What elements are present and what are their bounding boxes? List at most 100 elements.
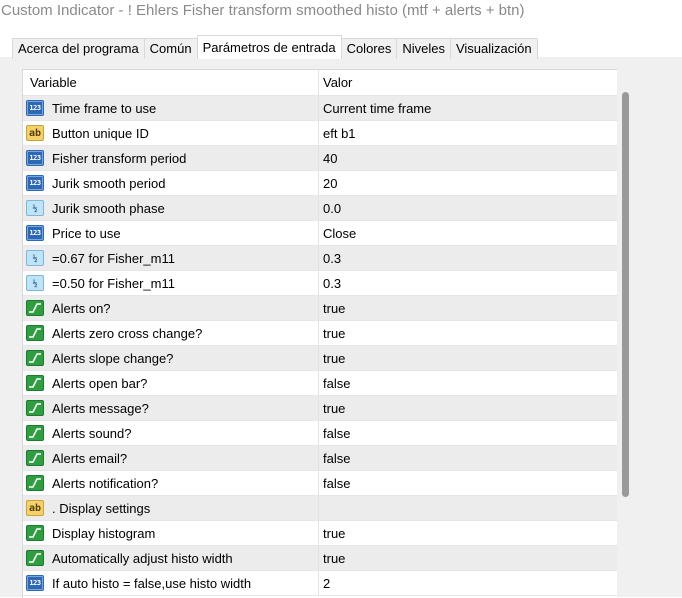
variable-name: Time frame to use (52, 100, 157, 116)
value-cell[interactable]: false (319, 426, 350, 441)
value-cell[interactable]: false (319, 451, 350, 466)
variable-name: Price to use (52, 225, 121, 241)
variable-cell: 123 Jurik smooth period (23, 171, 319, 195)
value-cell[interactable]: 20 (319, 176, 337, 191)
boolean-icon (26, 325, 44, 341)
variable-name: Alerts notification? (52, 475, 159, 491)
value-cell[interactable]: false (319, 376, 350, 391)
table-row[interactable]: 123 Price to use Close (23, 221, 617, 246)
variable-name: Fisher transform period (52, 150, 187, 166)
value-cell[interactable]: Current time frame (319, 101, 431, 116)
value-cell[interactable]: 0.3 (319, 251, 341, 266)
table-row[interactable]: Alerts slope change? true (23, 346, 617, 371)
table-row[interactable]: Alerts open bar? false (23, 371, 617, 396)
table-row[interactable]: Alerts zero cross change? true (23, 321, 617, 346)
column-header-variable[interactable]: Variable (23, 70, 319, 95)
tab-colors[interactable]: Colores (340, 38, 398, 59)
table-row[interactable]: Alerts email? false (23, 446, 617, 471)
variable-cell: 123 Time frame to use (23, 96, 319, 120)
table-row[interactable]: 123 Time frame to use Current time frame (23, 96, 617, 121)
value-cell[interactable]: true (319, 401, 345, 416)
integer-icon: 123 (26, 150, 44, 166)
variable-name: If auto histo = false,use histo width (52, 575, 252, 591)
tab-common[interactable]: Común (143, 38, 198, 59)
table-row[interactable]: Alerts notification? false (23, 471, 617, 496)
tab-visualization[interactable]: Visualización (449, 38, 538, 59)
variable-cell: Alerts zero cross change? (23, 321, 319, 345)
integer-icon: 123 (26, 175, 44, 191)
variable-cell: Automatically adjust histo width (23, 546, 319, 570)
value-cell[interactable]: Close (319, 226, 356, 241)
boolean-icon (26, 475, 44, 491)
table-row[interactable]: 123 If auto histo = false,use histo width… (23, 571, 617, 596)
variable-name: Alerts zero cross change? (52, 325, 203, 341)
value-cell[interactable]: true (319, 301, 345, 316)
value-cell[interactable]: 2 (319, 576, 330, 591)
column-header-value[interactable]: Valor (319, 75, 352, 90)
variable-name: Alerts email? (52, 450, 128, 466)
table-row[interactable]: Alerts message? true (23, 396, 617, 421)
tab-about[interactable]: Acerca del programa (12, 38, 145, 59)
value-cell[interactable]: true (319, 551, 345, 566)
variable-cell: Alerts notification? (23, 471, 319, 495)
variable-cell: Alerts email? (23, 446, 319, 470)
window-title: Custom Indicator - ! Ehlers Fisher trans… (1, 2, 525, 19)
variable-cell: ½ Jurik smooth phase (23, 196, 319, 220)
tab-bar: Acerca del programa Común Parámetros de … (12, 35, 538, 59)
boolean-icon (26, 400, 44, 416)
value-cell[interactable]: true (319, 351, 345, 366)
value-cell[interactable]: 0.3 (319, 276, 341, 291)
table-row[interactable]: ab Button unique ID eft b1 (23, 121, 617, 146)
variable-cell: Alerts on? (23, 296, 319, 320)
table-row[interactable]: ½ =0.50 for Fisher_m11 0.3 (23, 271, 617, 296)
variable-name: Alerts slope change? (52, 350, 174, 366)
integer-icon: 123 (26, 575, 44, 591)
variable-cell: Display histogram (23, 521, 319, 545)
value-cell[interactable]: true (319, 526, 345, 541)
table-row[interactable]: Alerts on? true (23, 296, 617, 321)
boolean-icon (26, 300, 44, 316)
table-header: Variable Valor (23, 70, 617, 96)
variable-cell: 123 If auto histo = false,use histo width (23, 571, 319, 595)
table-row[interactable]: ab . Display settings (23, 496, 617, 521)
table-row[interactable]: Display histogram true (23, 521, 617, 546)
variable-cell: ab Button unique ID (23, 121, 319, 145)
table-row[interactable]: Automatically adjust histo width true (23, 546, 617, 571)
tab-input-parameters[interactable]: Parámetros de entrada (196, 35, 342, 59)
table-row[interactable]: ½ =0.67 for Fisher_m11 0.3 (23, 246, 617, 271)
integer-icon: 123 (26, 100, 44, 116)
boolean-icon (26, 425, 44, 441)
value-cell[interactable]: false (319, 476, 350, 491)
variable-cell: Alerts slope change? (23, 346, 319, 370)
variable-name: Automatically adjust histo width (52, 550, 233, 566)
variable-cell: Alerts sound? (23, 421, 319, 445)
variable-name: Jurik smooth period (52, 175, 166, 191)
boolean-icon (26, 525, 44, 541)
double-icon: ½ (26, 200, 44, 216)
table-row[interactable]: 123 Jurik smooth period 20 (23, 171, 617, 196)
value-cell[interactable]: true (319, 326, 345, 341)
variable-name: =0.67 for Fisher_m11 (52, 250, 175, 266)
boolean-icon (26, 375, 44, 391)
boolean-icon (26, 450, 44, 466)
double-icon: ½ (26, 250, 44, 266)
string-icon: ab (26, 500, 44, 516)
variable-name: Display histogram (52, 525, 156, 541)
table-row[interactable]: Alerts sound? false (23, 421, 617, 446)
parameters-table: Variable Valor 123 Time frame to use Curre… (22, 69, 617, 598)
boolean-icon (26, 350, 44, 366)
table-row[interactable]: ½ Jurik smooth phase 0.0 (23, 196, 617, 221)
integer-icon: 123 (26, 225, 44, 241)
string-icon: ab (26, 125, 44, 141)
variable-cell: ½ =0.67 for Fisher_m11 (23, 246, 319, 270)
variable-name: Alerts open bar? (52, 375, 148, 391)
scrollbar-thumb[interactable] (622, 92, 629, 497)
table-row[interactable]: 123 Fisher transform period 40 (23, 146, 617, 171)
value-cell[interactable]: 40 (319, 151, 337, 166)
tab-levels[interactable]: Niveles (396, 38, 451, 59)
value-cell[interactable]: 0.0 (319, 201, 341, 216)
double-icon: ½ (26, 275, 44, 291)
boolean-icon (26, 550, 44, 566)
value-cell[interactable]: eft b1 (319, 126, 356, 141)
variable-cell: Alerts message? (23, 396, 319, 420)
